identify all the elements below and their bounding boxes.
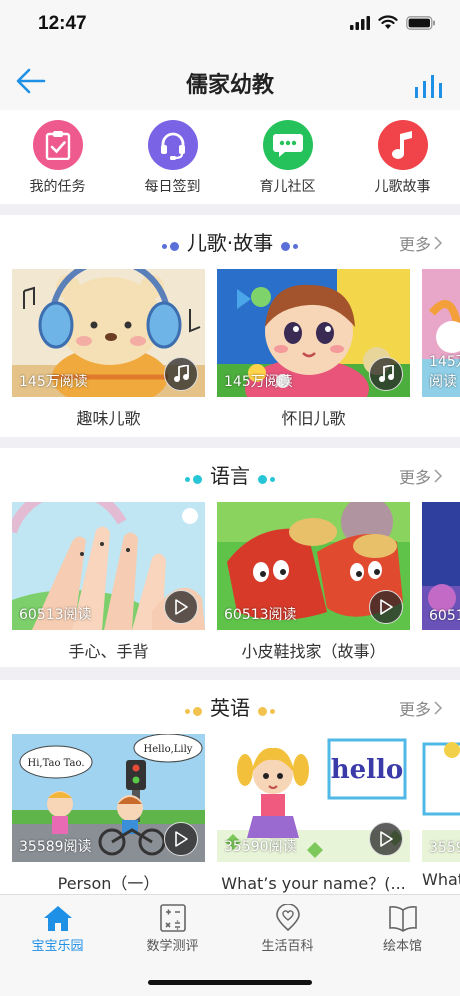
play-icon[interactable] bbox=[164, 822, 198, 856]
media-card[interactable]: Hi,Tao Tao. Hello,Lily 35589阅读 Person（一） bbox=[12, 734, 205, 894]
stats-icon[interactable] bbox=[414, 72, 442, 98]
quick-item-my-tasks[interactable]: 我的任务 bbox=[0, 110, 115, 204]
quick-item-label: 儿歌故事 bbox=[374, 179, 431, 195]
play-icon[interactable] bbox=[164, 590, 198, 624]
card-thumbnail: 145万阅读 bbox=[12, 269, 205, 397]
music-note-icon[interactable] bbox=[164, 357, 198, 391]
media-card[interactable]: 145万阅读 怀旧儿歌 bbox=[217, 269, 410, 429]
quick-item-parenting-community[interactable]: 育儿社区 bbox=[230, 110, 345, 204]
music-note-icon bbox=[377, 120, 428, 170]
media-card[interactable]: 145万阅读 bbox=[422, 269, 460, 429]
more-link[interactable]: 更多 bbox=[399, 231, 442, 255]
media-card[interactable]: 3559 What bbox=[422, 734, 460, 894]
media-card[interactable]: hello 35590阅读 What’s your name？(... bbox=[217, 734, 410, 894]
tab-label: 绘本馆 bbox=[382, 939, 422, 954]
section-title: 语言 bbox=[0, 460, 460, 490]
quick-item-songs-stories[interactable]: 儿歌故事 bbox=[345, 110, 460, 204]
card-title: 怀旧儿歌 bbox=[281, 409, 346, 428]
speech-bubble-text: Hi,Tao Tao. bbox=[27, 758, 84, 769]
view-count: 145万阅读 bbox=[19, 374, 88, 390]
media-card[interactable]: 6051 bbox=[422, 502, 460, 662]
open-book-icon bbox=[388, 906, 417, 932]
media-card[interactable]: 60513阅读 小皮鞋找家（故事） bbox=[217, 502, 410, 662]
music-note-icon[interactable] bbox=[369, 357, 403, 391]
more-link[interactable]: 更多 bbox=[399, 696, 442, 720]
wifi-icon bbox=[378, 15, 398, 29]
headset-icon bbox=[147, 120, 198, 170]
card-row: 145万阅读 趣味儿歌 145万阅读 怀旧儿歌 145 阅读 bbox=[12, 269, 460, 429]
signal-icon bbox=[350, 15, 370, 30]
section-header: 英语 更多 bbox=[0, 680, 460, 732]
card-title: 小皮鞋找家（故事） bbox=[241, 642, 386, 661]
quick-item-label: 每日签到 bbox=[144, 179, 201, 195]
home-icon bbox=[43, 906, 72, 931]
status-time: 12:47 bbox=[38, 13, 87, 34]
quick-menu: 我的任务 每日签到 育儿社区 儿歌故事 bbox=[0, 110, 460, 204]
card-thumbnail: 60513阅读 bbox=[12, 502, 205, 630]
card-row: 60513阅读 手心、手背 60513阅读 小皮鞋找家（故事） 605 bbox=[12, 502, 460, 662]
card-thumbnail: 145万阅读 bbox=[217, 269, 410, 397]
view-count: 6051 bbox=[429, 608, 460, 624]
speech-bubble-text: Hello,Lily bbox=[144, 744, 193, 755]
play-icon[interactable] bbox=[369, 590, 403, 624]
card-title: What bbox=[422, 870, 460, 889]
more-link[interactable]: 更多 bbox=[399, 464, 442, 488]
chat-bubbles-icon bbox=[262, 120, 313, 170]
play-icon[interactable] bbox=[369, 822, 403, 856]
section-english: 英语 更多 Hi,Tao Tao. Hello,Lily 35589阅读 Per… bbox=[0, 680, 460, 894]
section-language: 语言 更多 60513阅读 手心、手背 60513阅读 小皮鞋找家（故事） 60… bbox=[0, 448, 460, 667]
card-title: 手心、手背 bbox=[68, 642, 149, 661]
view-count: 35590阅读 bbox=[224, 839, 297, 855]
media-card[interactable]: 145万阅读 趣味儿歌 bbox=[12, 269, 205, 429]
card-thumbnail: 6051 bbox=[422, 502, 460, 630]
view-count: 60513阅读 bbox=[19, 607, 92, 623]
status-icons bbox=[350, 15, 436, 30]
card-thumbnail: hello 35590阅读 bbox=[217, 734, 410, 862]
tab-baby-park[interactable]: 宝宝乐园 bbox=[0, 895, 115, 996]
view-count: 145万阅读 bbox=[429, 354, 460, 390]
section-title: 英语 bbox=[0, 692, 460, 722]
clipboard-check-icon bbox=[32, 120, 83, 170]
page-title: 儒家幼教 bbox=[185, 73, 274, 98]
tab-label: 数学测评 bbox=[146, 939, 199, 954]
battery-icon bbox=[406, 15, 435, 30]
card-title: Person（一） bbox=[57, 874, 160, 893]
board-text: hello bbox=[331, 755, 404, 785]
view-count: 145万阅读 bbox=[224, 374, 293, 390]
tab-label: 生活百科 bbox=[261, 939, 314, 954]
card-thumbnail: 145万阅读 bbox=[422, 269, 460, 397]
view-count: 35589阅读 bbox=[19, 839, 92, 855]
chevron-right-icon bbox=[434, 701, 442, 715]
card-thumbnail: 60513阅读 bbox=[217, 502, 410, 630]
location-pin-icon bbox=[275, 904, 300, 932]
card-title: 趣味儿歌 bbox=[76, 409, 141, 428]
section-header: 儿歌·故事 更多 bbox=[0, 215, 460, 267]
view-count: 60513阅读 bbox=[224, 607, 297, 623]
calculator-icon bbox=[159, 904, 186, 932]
tab-label: 宝宝乐园 bbox=[31, 939, 84, 954]
card-row: Hi,Tao Tao. Hello,Lily 35589阅读 Person（一）… bbox=[12, 734, 460, 894]
media-card[interactable]: 60513阅读 手心、手背 bbox=[12, 502, 205, 662]
chevron-right-icon bbox=[434, 469, 442, 483]
card-thumbnail: 3559 bbox=[422, 734, 460, 862]
view-count: 3559 bbox=[429, 840, 460, 856]
card-title: What’s your name？(... bbox=[221, 874, 406, 893]
quick-item-label: 我的任务 bbox=[29, 179, 86, 195]
status-bar: 12:47 bbox=[0, 0, 460, 50]
navigation-bar: 儒家幼教 bbox=[0, 50, 460, 110]
app-screen: 12:47 儒家幼教 我的任务 每日签到 育儿社区 儿歌故事 儿歌·故事 更多 … bbox=[0, 0, 460, 996]
tab-picture-books[interactable]: 绘本馆 bbox=[345, 895, 460, 996]
card-thumbnail: Hi,Tao Tao. Hello,Lily 35589阅读 bbox=[12, 734, 205, 862]
quick-item-label: 育儿社区 bbox=[259, 179, 316, 195]
quick-item-daily-checkin[interactable]: 每日签到 bbox=[115, 110, 230, 204]
chevron-right-icon bbox=[434, 236, 442, 250]
section-title: 儿歌·故事 bbox=[0, 227, 460, 257]
section-songs-stories: 儿歌·故事 更多 145万阅读 趣味儿歌 145万阅读 怀旧儿歌 145 阅读 bbox=[0, 215, 460, 437]
section-header: 语言 更多 bbox=[0, 448, 460, 500]
home-indicator bbox=[148, 980, 312, 985]
